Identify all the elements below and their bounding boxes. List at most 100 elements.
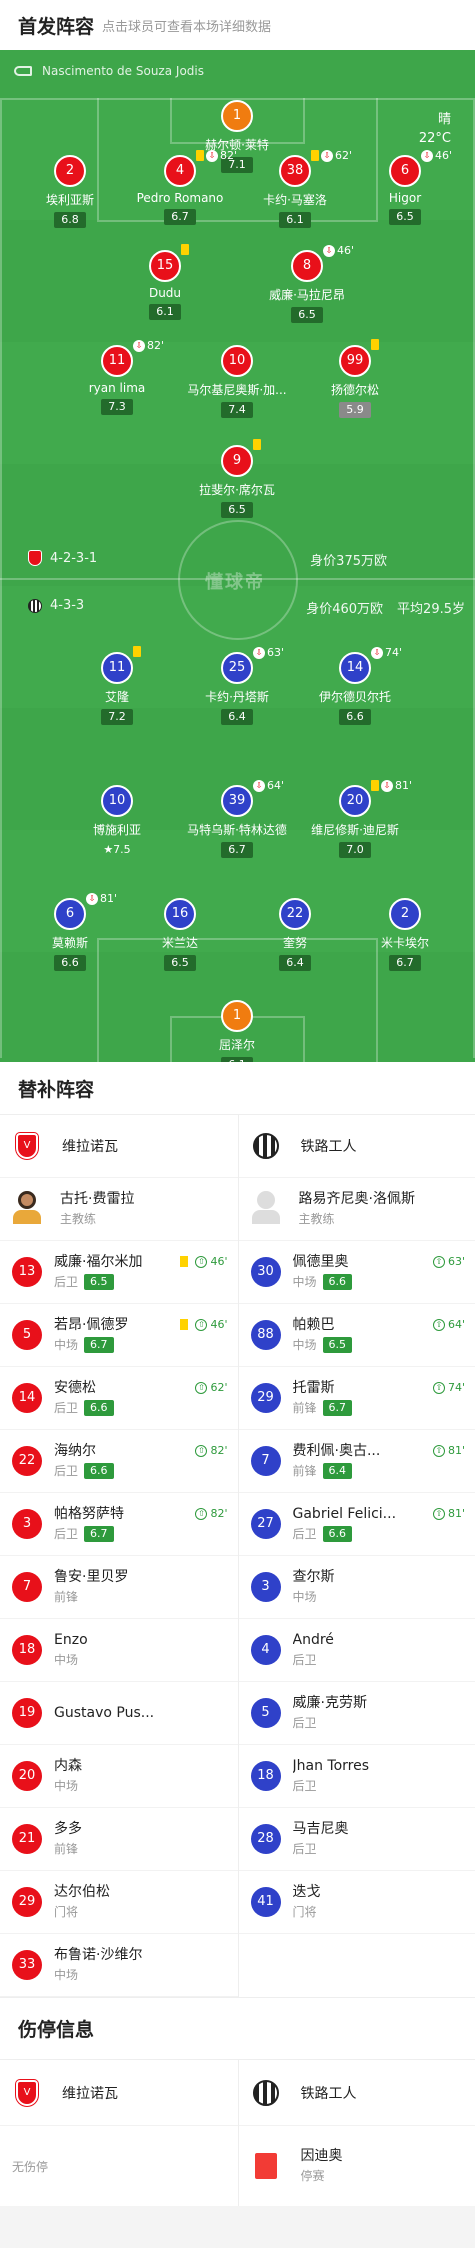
away-value: 身价460万欧	[306, 598, 383, 617]
sub-player-row[interactable]: 28马吉尼奥后卫	[239, 1808, 475, 1871]
sub-player-name: 迭戈	[293, 1882, 321, 1902]
watermark-logo: 懂球帝	[205, 568, 265, 594]
away-coach-role: 主教练	[299, 1209, 415, 1229]
pitch-player[interactable]: 9拉斐尔·席尔瓦6.5	[167, 445, 307, 518]
sub-player-row[interactable]: 13威廉·福尔米加后卫6.5⇧46'	[0, 1241, 238, 1304]
pitch-player[interactable]: 11艾隆7.2	[47, 652, 187, 725]
away-injury-team-row[interactable]: 铁路工人	[239, 2060, 475, 2126]
sub-player-row[interactable]: 3帕格努萨特后卫6.7⇧82'	[0, 1493, 238, 1556]
home-injury-team-row[interactable]: V 维拉诺瓦	[0, 2060, 238, 2126]
subs-header: 替补阵容	[0, 1062, 475, 1114]
pitch-player[interactable]: 11⇩82'ryan lima7.3	[47, 345, 187, 415]
player-number-badge: 20	[339, 785, 371, 817]
player-number-badge: 11	[101, 652, 133, 684]
sub-player-row[interactable]: 3查尔斯中场	[239, 1556, 475, 1619]
sub-player-row[interactable]: 7费利佩·奥古...前锋6.4⇧81'	[239, 1430, 475, 1493]
player-name: 扬德尔松	[285, 381, 425, 398]
player-events: ⇩46'	[323, 244, 354, 257]
sub-player-row[interactable]: 88帕赖巴中场6.5⇧64'	[239, 1304, 475, 1367]
sub-player-row[interactable]: 41迭戈门将	[239, 1871, 475, 1934]
lineup-header: 首发阵容 点击球员可查看本场详细数据	[0, 0, 475, 50]
sub-player-row[interactable]: 18Jhan Torres后卫	[239, 1745, 475, 1808]
yellow-card-icon	[371, 780, 379, 791]
sub-in-info: ⇧81'	[433, 1507, 465, 1520]
sub-out-icon: ⇩	[371, 647, 383, 659]
sub-number-badge: 13	[12, 1257, 42, 1287]
sub-player-position: 前锋	[293, 1398, 317, 1418]
sub-number-badge: 18	[12, 1635, 42, 1665]
sub-player-row[interactable]: 4André后卫	[239, 1619, 475, 1682]
sub-player-row[interactable]: 33布鲁诺·沙维尔中场	[0, 1934, 238, 1997]
sub-player-position: 门将	[54, 1902, 78, 1922]
pitch-player[interactable]: 14⇩74'伊尔德贝尔托6.6	[285, 652, 425, 725]
home-injury-team-name: 维拉诺瓦	[62, 2083, 118, 2103]
sub-player-row[interactable]: 29托雷斯前锋6.7⇧74'	[239, 1367, 475, 1430]
sub-number-badge: 29	[12, 1887, 42, 1917]
away-team-name: 铁路工人	[301, 1136, 357, 1156]
sub-player-position: 中场	[293, 1272, 317, 1292]
home-team-row[interactable]: V 维拉诺瓦	[0, 1115, 238, 1178]
sub-player-name: Gustavo Pus...	[54, 1703, 154, 1723]
sub-player-row[interactable]: 22海纳尔后卫6.6⇧82'	[0, 1430, 238, 1493]
sub-player-row[interactable]: 19Gustavo Pus...	[0, 1682, 238, 1745]
away-team-icon	[28, 599, 42, 613]
player-rating: 7.2	[101, 709, 133, 725]
sub-player-row[interactable]: 21多多前锋	[0, 1808, 238, 1871]
sub-player-row[interactable]: 30佩德里奥中场6.6⇧63'	[239, 1241, 475, 1304]
player-rating: 6.1	[279, 212, 311, 228]
pitch-player[interactable]: 15Dudu6.1	[95, 250, 235, 320]
sub-in-info: ⇧46'	[180, 1255, 227, 1268]
sub-player-row[interactable]: 18Enzo中场	[0, 1619, 238, 1682]
sub-player-rating: 6.7	[84, 1526, 114, 1542]
sub-player-rating: 6.4	[323, 1463, 353, 1479]
away-injury-row[interactable]: 因迪奥 停赛	[239, 2126, 475, 2206]
pitch-player[interactable]: 2米卡埃尔6.7	[335, 898, 475, 971]
sub-player-row[interactable]: 29达尔伯松门将	[0, 1871, 238, 1934]
home-coach-role: 主教练	[60, 1209, 134, 1229]
sub-player-position-line: 中场	[293, 1587, 335, 1607]
player-number-badge: 1	[221, 1000, 253, 1032]
sub-player-position: 中场	[293, 1587, 317, 1607]
sub-player-position: 前锋	[54, 1587, 78, 1607]
player-number-badge: 8	[291, 250, 323, 282]
away-coach-row[interactable]: 路易齐尼奥·洛佩斯 主教练	[239, 1178, 475, 1241]
sub-in-minute: 46'	[210, 1318, 227, 1331]
sub-player-row[interactable]: 27Gabriel Felici...后卫6.6⇧81'	[239, 1493, 475, 1556]
sub-player-name: 多多	[54, 1819, 82, 1839]
sub-player-name: 查尔斯	[293, 1567, 335, 1587]
referee-name: Nascimento de Souza Jodis	[42, 64, 204, 78]
pitch-player[interactable]: 1屈泽尔6.1	[167, 1000, 307, 1062]
pitch-player[interactable]: 6⇩46'Higor6.5	[335, 155, 475, 225]
sub-in-icon: ⇧	[433, 1319, 445, 1331]
sub-player-position-line: 前锋6.7	[293, 1398, 353, 1418]
pitch-player[interactable]: 8⇩46'威廉·马拉尼昂6.5	[237, 250, 377, 323]
sub-in-minute: 82'	[210, 1507, 227, 1520]
sub-player-position: 中场	[54, 1335, 78, 1355]
home-coach-row[interactable]: 古托·费雷拉 主教练	[0, 1178, 238, 1241]
sub-player-row[interactable]: 5威廉·克劳斯后卫	[239, 1682, 475, 1745]
sub-player-row[interactable]: 5若昂·佩德罗中场6.7⇧46'	[0, 1304, 238, 1367]
sub-player-rating: 6.5	[84, 1274, 114, 1290]
sub-player-name: 海纳尔	[54, 1441, 114, 1461]
sub-in-icon: ⇧	[433, 1508, 445, 1520]
sub-in-minute: 74'	[448, 1381, 465, 1394]
sub-player-position: 后卫	[54, 1272, 78, 1292]
sub-player-row[interactable]: 14安德松后卫6.6⇧62'	[0, 1367, 238, 1430]
sub-player-name: 佩德里奥	[293, 1252, 353, 1272]
sub-out-icon: ⇩	[206, 150, 218, 162]
sub-number-badge: 14	[12, 1383, 42, 1413]
pitch-player[interactable]: 20⇩81'维尼修斯·迪尼斯7.0	[285, 785, 425, 858]
yellow-card-icon	[196, 150, 204, 161]
away-team-row[interactable]: 铁路工人	[239, 1115, 475, 1178]
pitch-player[interactable]: 99扬德尔松5.9	[285, 345, 425, 418]
sub-player-row[interactable]: 7鲁安·里贝罗前锋	[0, 1556, 238, 1619]
away-subs-column: 铁路工人 路易齐尼奥·洛佩斯 主教练 30佩德里奥中场6.6⇧63'88帕赖巴中…	[238, 1115, 475, 1997]
player-number-badge: 11	[101, 345, 133, 377]
player-number-badge: 14	[339, 652, 371, 684]
sub-player-rating: 6.5	[323, 1337, 353, 1353]
player-name: ryan lima	[47, 381, 187, 395]
pitch-player[interactable]: 10博施利亚★7.5	[47, 785, 187, 858]
lineup-subtitle: 点击球员可查看本场详细数据	[102, 16, 271, 35]
referee-row: Nascimento de Souza Jodis	[14, 64, 204, 78]
sub-player-row[interactable]: 20内森中场	[0, 1745, 238, 1808]
